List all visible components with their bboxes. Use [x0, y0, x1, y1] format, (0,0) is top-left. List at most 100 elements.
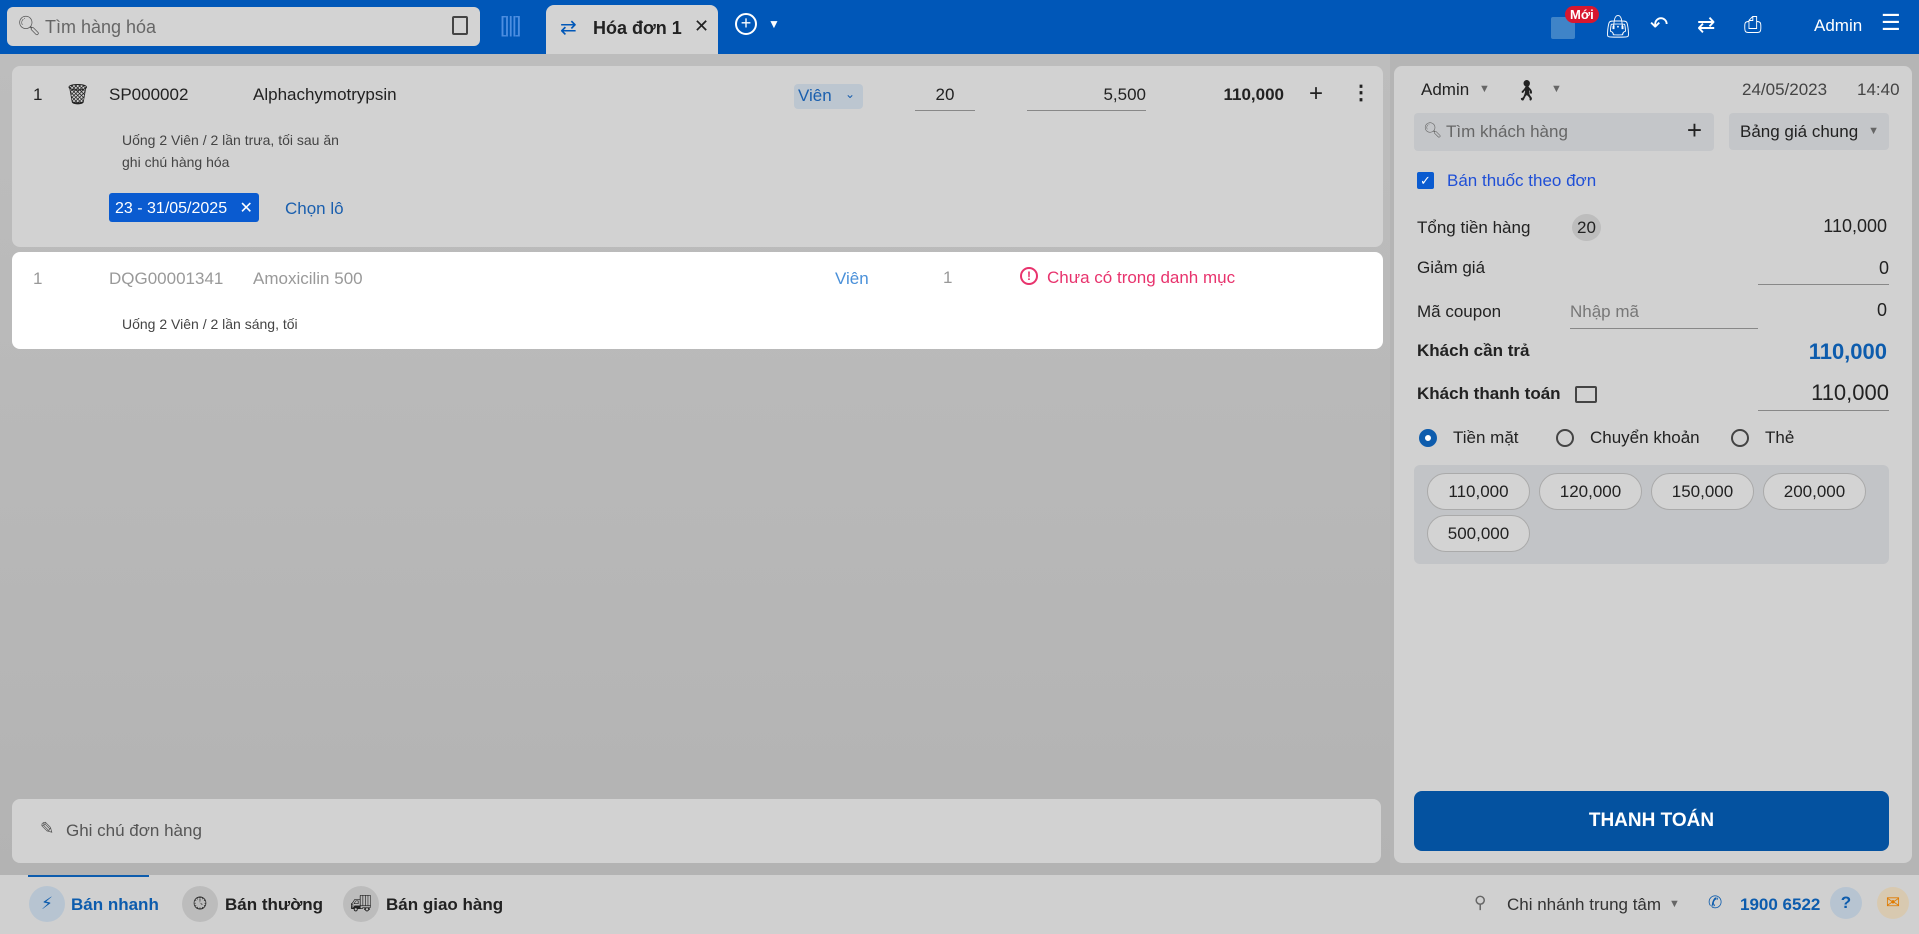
discount-label: Giảm giá — [1417, 258, 1486, 277]
pay-button[interactable]: THANH TOÁN — [1414, 791, 1889, 851]
clock-icon[interactable]: 🕓︎ — [182, 886, 218, 922]
payment-panel: Admin ▼ 🚶︎ ▼ 24/05/2023 14:40 🔍︎ Tìm khá… — [1394, 66, 1912, 863]
customer-search-input[interactable]: 🔍︎ Tìm khách hàng + — [1414, 113, 1714, 151]
tab-invoice-1[interactable]: ⇄ Hóa đơn 1 ✕ — [546, 5, 718, 54]
truck-icon[interactable]: 🚚︎ — [343, 886, 379, 922]
location-icon: ⚲ — [1474, 893, 1487, 912]
card-icon[interactable] — [1575, 386, 1597, 403]
barcode-icon[interactable]: [|||] — [500, 12, 521, 38]
plus-icon[interactable]: + — [1309, 80, 1323, 108]
quick-amount-button[interactable]: 500,000 — [1427, 515, 1530, 552]
seller-select[interactable]: Admin — [1421, 80, 1469, 100]
phone-icon: ✆ — [1708, 893, 1723, 912]
order-note-input[interactable]: ✎ Ghi chú đơn hàng — [12, 799, 1381, 863]
pencil-icon: ✎ — [40, 819, 55, 838]
cart-item: 1 DQG00001341 Amoxicilin 500 Viên 1 ! Ch… — [12, 252, 1383, 349]
choose-lot-link[interactable]: Chọn lô — [285, 199, 344, 219]
more-icon[interactable]: ⋮ — [1351, 80, 1371, 105]
order-note-placeholder: Ghi chú đơn hàng — [66, 821, 202, 840]
item-code: SP000002 — [109, 85, 189, 104]
quantity-input[interactable]: 20 — [915, 85, 975, 111]
lot-chip[interactable]: 23 - 31/05/2025 ✕ — [109, 193, 259, 222]
unit-select[interactable]: Viên ⌄ — [794, 84, 863, 109]
product-search-input[interactable]: 🔍︎ Tìm hàng hóa — [7, 7, 480, 46]
item-count-badge: 20 — [1572, 214, 1601, 241]
item-note: Uống 2 Viên / 2 lần sáng, tối — [122, 316, 298, 332]
caret-down-icon[interactable]: ▼ — [1551, 83, 1562, 95]
coupon-label: Mã coupon — [1417, 302, 1502, 321]
swap-icon: ⇄ — [560, 17, 577, 39]
quick-amount-button[interactable]: 150,000 — [1651, 473, 1754, 510]
mode-quick-sale[interactable]: Bán nhanh — [71, 895, 159, 915]
mode-delivery-sale[interactable]: Bán giao hàng — [386, 895, 503, 915]
bottom-bar: ⚡︎ Bán nhanh 🕓︎ Bán thường 🚚︎ Bán giao h… — [0, 875, 1919, 934]
caret-down-icon[interactable]: ▼ — [1669, 898, 1680, 910]
chat-icon[interactable]: ✉ — [1877, 887, 1909, 919]
tab-label: Hóa đơn 1 — [593, 18, 682, 38]
method-cash-label[interactable]: Tiền mặt — [1453, 428, 1519, 448]
item-code: DQG00001341 — [109, 269, 224, 288]
unit-label: Viên — [835, 269, 869, 288]
menu-icon[interactable]: ☰ — [1881, 10, 1901, 36]
item-note: ghi chú hàng hóa — [122, 154, 230, 170]
quick-amount-button[interactable]: 200,000 — [1763, 473, 1866, 510]
method-card-label[interactable]: Thẻ — [1765, 428, 1794, 448]
quick-amounts: 110,000 120,000 150,000 200,000 500,000 — [1414, 465, 1889, 564]
coupon-value: 0 — [1876, 300, 1887, 320]
unit-label: Viên — [798, 86, 832, 105]
prescription-checkbox[interactable]: ✓ — [1417, 172, 1434, 189]
due-label: Khách cần trả — [1417, 341, 1530, 360]
radio-transfer[interactable] — [1556, 429, 1574, 447]
add-tab-icon[interactable]: + — [735, 13, 757, 35]
sync-icon[interactable]: ⇄ — [1697, 12, 1715, 38]
item-qty: 1 — [943, 268, 953, 287]
lot-label: 23 - 31/05/2025 — [115, 200, 228, 217]
branch-select[interactable]: Chi nhánh trung tâm — [1507, 895, 1661, 915]
price-list-label: Bảng giá chung — [1740, 122, 1859, 141]
close-icon[interactable]: ✕ — [240, 200, 253, 217]
radio-card[interactable] — [1731, 429, 1749, 447]
item-name: Alphachymotrypsin — [253, 85, 397, 104]
cart-item: 1 🗑︎ SP000002 Alphachymotrypsin Viên ⌄ 2… — [12, 66, 1383, 247]
time: 14:40 — [1857, 80, 1900, 99]
due-value: 110,000 — [1808, 339, 1887, 364]
warning-text: Chưa có trong danh mục — [1047, 268, 1236, 287]
customer-placeholder: Tìm khách hàng — [1446, 122, 1568, 141]
search-icon: 🔍︎ — [17, 16, 42, 37]
radio-cash[interactable] — [1419, 429, 1437, 447]
active-mode-indicator — [28, 875, 149, 877]
caret-down-icon[interactable]: ▼ — [1479, 83, 1490, 95]
walker-icon[interactable]: 🚶︎ — [1514, 78, 1539, 103]
prescription-label[interactable]: Bán thuốc theo đơn — [1447, 171, 1596, 191]
coupon-input[interactable]: Nhập mã — [1570, 302, 1758, 329]
method-transfer-label[interactable]: Chuyển khoản — [1590, 428, 1700, 448]
close-tab-icon[interactable]: ✕ — [694, 16, 709, 37]
search-icon: 🔍︎ — [1423, 122, 1443, 139]
quick-amount-button[interactable]: 120,000 — [1539, 473, 1642, 510]
help-icon[interactable]: ? — [1830, 887, 1862, 919]
trash-icon[interactable]: 🗑︎ — [65, 82, 90, 107]
subtotal-value: 110,000 — [1823, 216, 1887, 236]
item-index: 1 — [33, 269, 43, 288]
quick-amount-button[interactable]: 110,000 — [1427, 473, 1530, 510]
print-icon[interactable]: ⎙ — [1744, 12, 1762, 38]
alert-icon: ! — [1020, 267, 1038, 285]
price-input[interactable]: 5,500 — [1027, 85, 1146, 111]
add-customer-icon[interactable]: + — [1687, 115, 1702, 146]
price-list-select[interactable]: Bảng giá chung ▼ — [1729, 113, 1889, 150]
bag-icon[interactable]: 👜︎ — [1604, 14, 1632, 40]
item-total: 110,000 — [1223, 85, 1284, 104]
list-icon[interactable] — [452, 16, 468, 35]
mode-normal-sale[interactable]: Bán thường — [225, 895, 323, 915]
new-badge: Mới — [1565, 6, 1599, 23]
caret-down-icon: ▼ — [1868, 125, 1879, 137]
hotline[interactable]: 1900 6522 — [1740, 895, 1820, 915]
item-name: Amoxicilin 500 — [253, 269, 363, 288]
lightning-icon[interactable]: ⚡︎ — [29, 886, 65, 922]
caret-down-icon[interactable]: ▼ — [768, 17, 780, 31]
discount-input[interactable]: 0 — [1758, 258, 1889, 285]
item-index: 1 — [33, 85, 43, 104]
user-menu[interactable]: Admin — [1814, 16, 1862, 36]
paid-input[interactable]: 110,000 — [1758, 380, 1889, 411]
undo-icon[interactable]: ↶ — [1650, 12, 1668, 38]
